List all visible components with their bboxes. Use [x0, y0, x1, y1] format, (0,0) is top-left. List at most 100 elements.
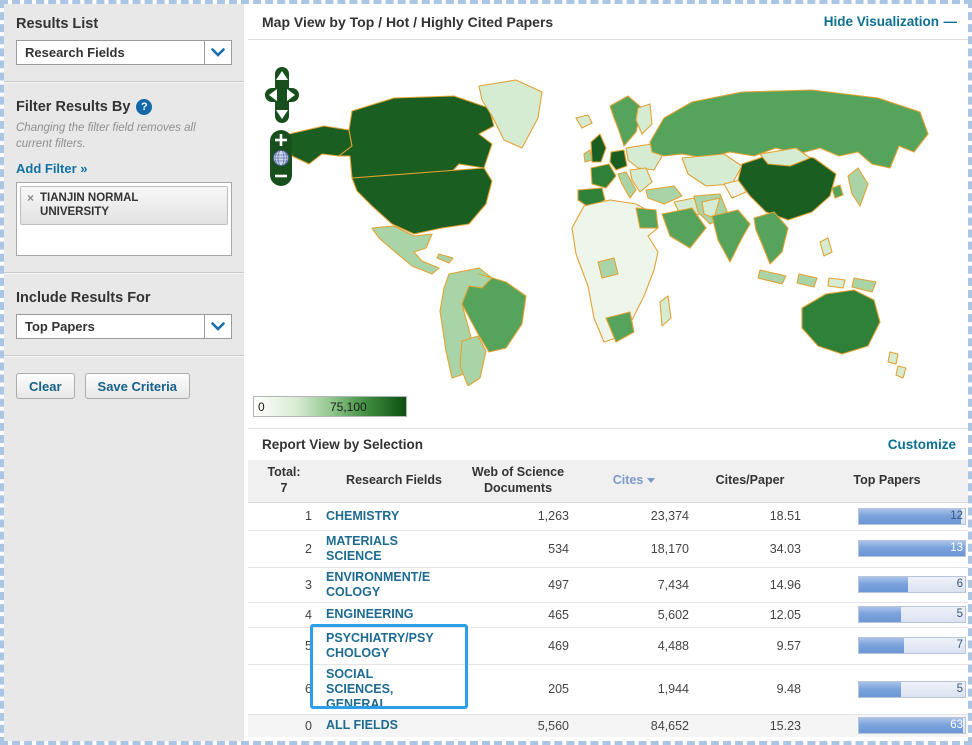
- save-criteria-button[interactable]: Save Criteria: [84, 373, 191, 400]
- map-country-borneo[interactable]: [796, 273, 818, 288]
- col-header-total: Total: 7: [248, 460, 320, 503]
- row-top-papers-cell: 7: [806, 627, 968, 664]
- research-field-link[interactable]: MATERIALS SCIENCE: [326, 534, 434, 564]
- top-papers-bar: 12: [858, 507, 966, 525]
- row-cites: 18,170: [650, 541, 689, 556]
- remove-filter-icon[interactable]: ×: [27, 191, 34, 205]
- research-field-link[interactable]: ALL FIELDS: [326, 718, 398, 733]
- row-cites-per-paper: 34.03: [769, 541, 801, 556]
- map-country-united-kingdom[interactable]: [590, 133, 607, 163]
- customize-link[interactable]: Customize: [888, 437, 956, 452]
- map-country-canada[interactable]: [338, 95, 495, 179]
- map-country-philippines[interactable]: [819, 237, 833, 257]
- map-country-new-zealand-north[interactable]: [887, 351, 899, 365]
- map-country-argentina[interactable]: [459, 335, 487, 386]
- row-top-papers-cell: 13: [806, 530, 968, 567]
- legend-max-label: 75,100: [330, 400, 367, 414]
- map-country-france[interactable]: [590, 163, 617, 189]
- table-row: 6 SOCIAL SCIENCES, GENERAL 205 1,944 9.48 5: [248, 664, 968, 714]
- map-country-australia[interactable]: [801, 289, 881, 355]
- map-country-nigeria[interactable]: [597, 257, 619, 279]
- collapse-icon[interactable]: —: [944, 14, 957, 29]
- row-cites: 7,434: [657, 577, 689, 592]
- row-field-cell: SOCIAL SCIENCES, GENERAL: [320, 664, 462, 714]
- map-country-southeast-asia[interactable]: [753, 211, 789, 265]
- map-country-madagascar[interactable]: [659, 295, 672, 327]
- col-header-cites-per-paper: Cites/Paper: [694, 460, 806, 503]
- col-header-top-papers: Top Papers: [806, 460, 968, 503]
- row-cites: 5,602: [657, 607, 689, 622]
- row-cites-per-paper: 15.23: [769, 718, 801, 733]
- row-documents: 5,560: [537, 718, 569, 733]
- map-panel-title: Map View by Top / Hot / Highly Cited Pap…: [262, 13, 554, 30]
- filter-results-title: Filter Results By: [16, 99, 131, 115]
- top-papers-bar: 7: [858, 637, 966, 654]
- map-country-ireland[interactable]: [583, 149, 593, 163]
- results-list-dropdown[interactable]: Research Fields: [16, 40, 232, 65]
- row-field-cell: MATERIALS SCIENCE: [320, 530, 462, 567]
- top-papers-bar-fill: [859, 718, 963, 734]
- top-papers-value: 63: [950, 719, 963, 732]
- row-rank: 6: [305, 682, 312, 696]
- help-icon[interactable]: ?: [136, 99, 153, 115]
- top-papers-bar: 63: [858, 717, 966, 735]
- row-cites: 4,488: [657, 638, 689, 653]
- map-country-usa[interactable]: [351, 167, 493, 235]
- row-documents: 469: [548, 638, 569, 653]
- map-country-south-korea[interactable]: [831, 184, 844, 199]
- map-country-germany[interactable]: [609, 149, 628, 171]
- map-country-iceland[interactable]: [575, 114, 593, 129]
- world-choropleth-map[interactable]: [254, 56, 962, 386]
- filter-tag[interactable]: × TIANJIN NORMAL UNIVERSITY: [20, 186, 228, 225]
- chevron-down-icon[interactable]: [204, 41, 231, 64]
- top-papers-value: 7: [956, 639, 963, 651]
- map-country-egypt[interactable]: [635, 207, 659, 229]
- app-window: Results List Research Fields Filter Resu…: [0, 0, 972, 745]
- table-row: 2 MATERIALS SCIENCE 534 18,170 34.03 13: [248, 530, 968, 567]
- map-panel-header: Map View by Top / Hot / Highly Cited Pap…: [248, 4, 968, 40]
- sidebar-divider: [4, 272, 244, 275]
- top-papers-value: 12: [950, 509, 963, 522]
- top-papers-bar-fill: [859, 541, 965, 556]
- top-papers-bar: 5: [858, 680, 966, 698]
- map-country-india[interactable]: [711, 209, 751, 263]
- map-country-sulawesi[interactable]: [827, 277, 846, 289]
- top-papers-value: 13: [950, 542, 963, 554]
- results-list-title: Results List: [16, 16, 99, 32]
- include-results-title: Include Results For: [16, 290, 151, 307]
- clear-button[interactable]: Clear: [16, 373, 75, 400]
- research-field-link[interactable]: ENGINEERING: [326, 607, 414, 622]
- map-country-new-guinea[interactable]: [851, 277, 877, 293]
- map-country-japan[interactable]: [847, 167, 869, 207]
- map-country-alaska[interactable]: [288, 125, 353, 165]
- top-papers-bar-fill: [859, 681, 902, 697]
- map-country-new-zealand-south[interactable]: [895, 365, 907, 379]
- chevron-down-icon[interactable]: [204, 315, 231, 339]
- report-title: Report View by Selection: [262, 437, 424, 452]
- hide-visualization-link[interactable]: Hide Visualization: [824, 14, 939, 29]
- sidebar-divider: [4, 81, 244, 83]
- sidebar: Results List Research Fields Filter Resu…: [4, 4, 244, 741]
- map-country-mexico[interactable]: [371, 225, 440, 275]
- map-zoom-control[interactable]: [270, 130, 292, 186]
- research-field-link[interactable]: CHEMISTRY: [326, 509, 399, 524]
- globe-icon: [273, 150, 289, 166]
- include-results-dropdown[interactable]: Top Papers: [16, 314, 232, 340]
- map-country-sumatra[interactable]: [757, 269, 787, 285]
- add-filter-link[interactable]: Add Filter »: [16, 161, 88, 176]
- research-field-link[interactable]: SOCIAL SCIENCES, GENERAL: [326, 667, 434, 712]
- research-field-link[interactable]: PSYCHIATRY/PSYCHOLOGY: [326, 631, 434, 661]
- col-header-documents: Web of Science Documents: [462, 460, 574, 503]
- row-cites: 1,944: [657, 682, 689, 696]
- row-rank: 3: [305, 577, 312, 592]
- map-country-finland[interactable]: [635, 103, 653, 135]
- research-field-link[interactable]: ENVIRONMENT/ECOLOGY: [326, 570, 434, 600]
- row-field-cell: ALL FIELDS: [320, 714, 462, 737]
- col-header-cites[interactable]: Cites: [574, 460, 694, 503]
- top-papers-value: 5: [956, 608, 963, 620]
- top-papers-bar-fill: [859, 607, 902, 622]
- map-pan-control[interactable]: [265, 65, 299, 125]
- row-documents: 497: [548, 577, 569, 592]
- top-papers-value: 5: [956, 682, 963, 695]
- map-country-cuba[interactable]: [436, 253, 454, 264]
